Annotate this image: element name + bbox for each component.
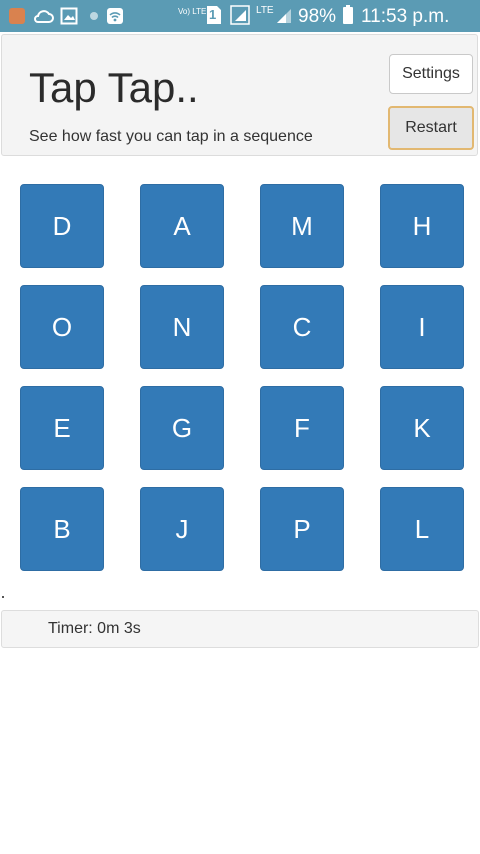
tile[interactable]: C [260,285,344,369]
restart-button[interactable]: Restart [388,106,474,150]
lte-label: LTE [256,5,274,16]
signal-strength-icon [276,5,292,25]
battery-percent: 98% [298,6,337,27]
tile[interactable]: B [20,487,104,571]
sim-number: 1 [209,7,217,22]
gallery-icon [60,7,78,25]
tile[interactable]: F [260,386,344,470]
tile[interactable]: G [140,386,224,470]
network-label: Vo) LTE [178,7,207,16]
tile[interactable]: O [20,285,104,369]
clock: 11:53 p.m. [361,6,450,27]
dot-icon [88,7,106,25]
subtitle: See how fast you can tap in a sequence [29,128,313,145]
tile[interactable]: H [380,184,464,268]
tile[interactable]: P [260,487,344,571]
wifi-icon [106,7,124,25]
tile[interactable]: N [140,285,224,369]
tile[interactable]: A [140,184,224,268]
sim-icon: 1 [206,5,222,25]
battery-icon [342,5,354,25]
separator-dot [2,596,4,598]
tile[interactable]: K [380,386,464,470]
status-right-icons: Vo) LTE 1 LTE 98% 11:53 p.m. [178,5,468,27]
status-bar: Vo) LTE 1 LTE 98% 11:53 p.m. [0,0,480,32]
signal-icon [230,5,250,25]
page-title: Tap Tap.. [29,64,199,111]
tile[interactable]: D [20,184,104,268]
tile[interactable]: M [260,184,344,268]
app-icon [8,7,26,25]
tile[interactable]: J [140,487,224,571]
tile[interactable]: L [380,487,464,571]
settings-button[interactable]: Settings [389,54,473,94]
volte-icon: Vo) LTE [178,5,207,23]
tile[interactable]: E [20,386,104,470]
header-panel: Tap Tap.. See how fast you can tap in a … [1,34,478,156]
cloud-wifi-icon [34,7,54,25]
lte-icon: LTE [256,5,276,23]
tile[interactable]: I [380,285,464,369]
timer-text: Timer: 0m 3s [48,620,141,637]
timer-panel: Timer: 0m 3s [1,610,479,648]
